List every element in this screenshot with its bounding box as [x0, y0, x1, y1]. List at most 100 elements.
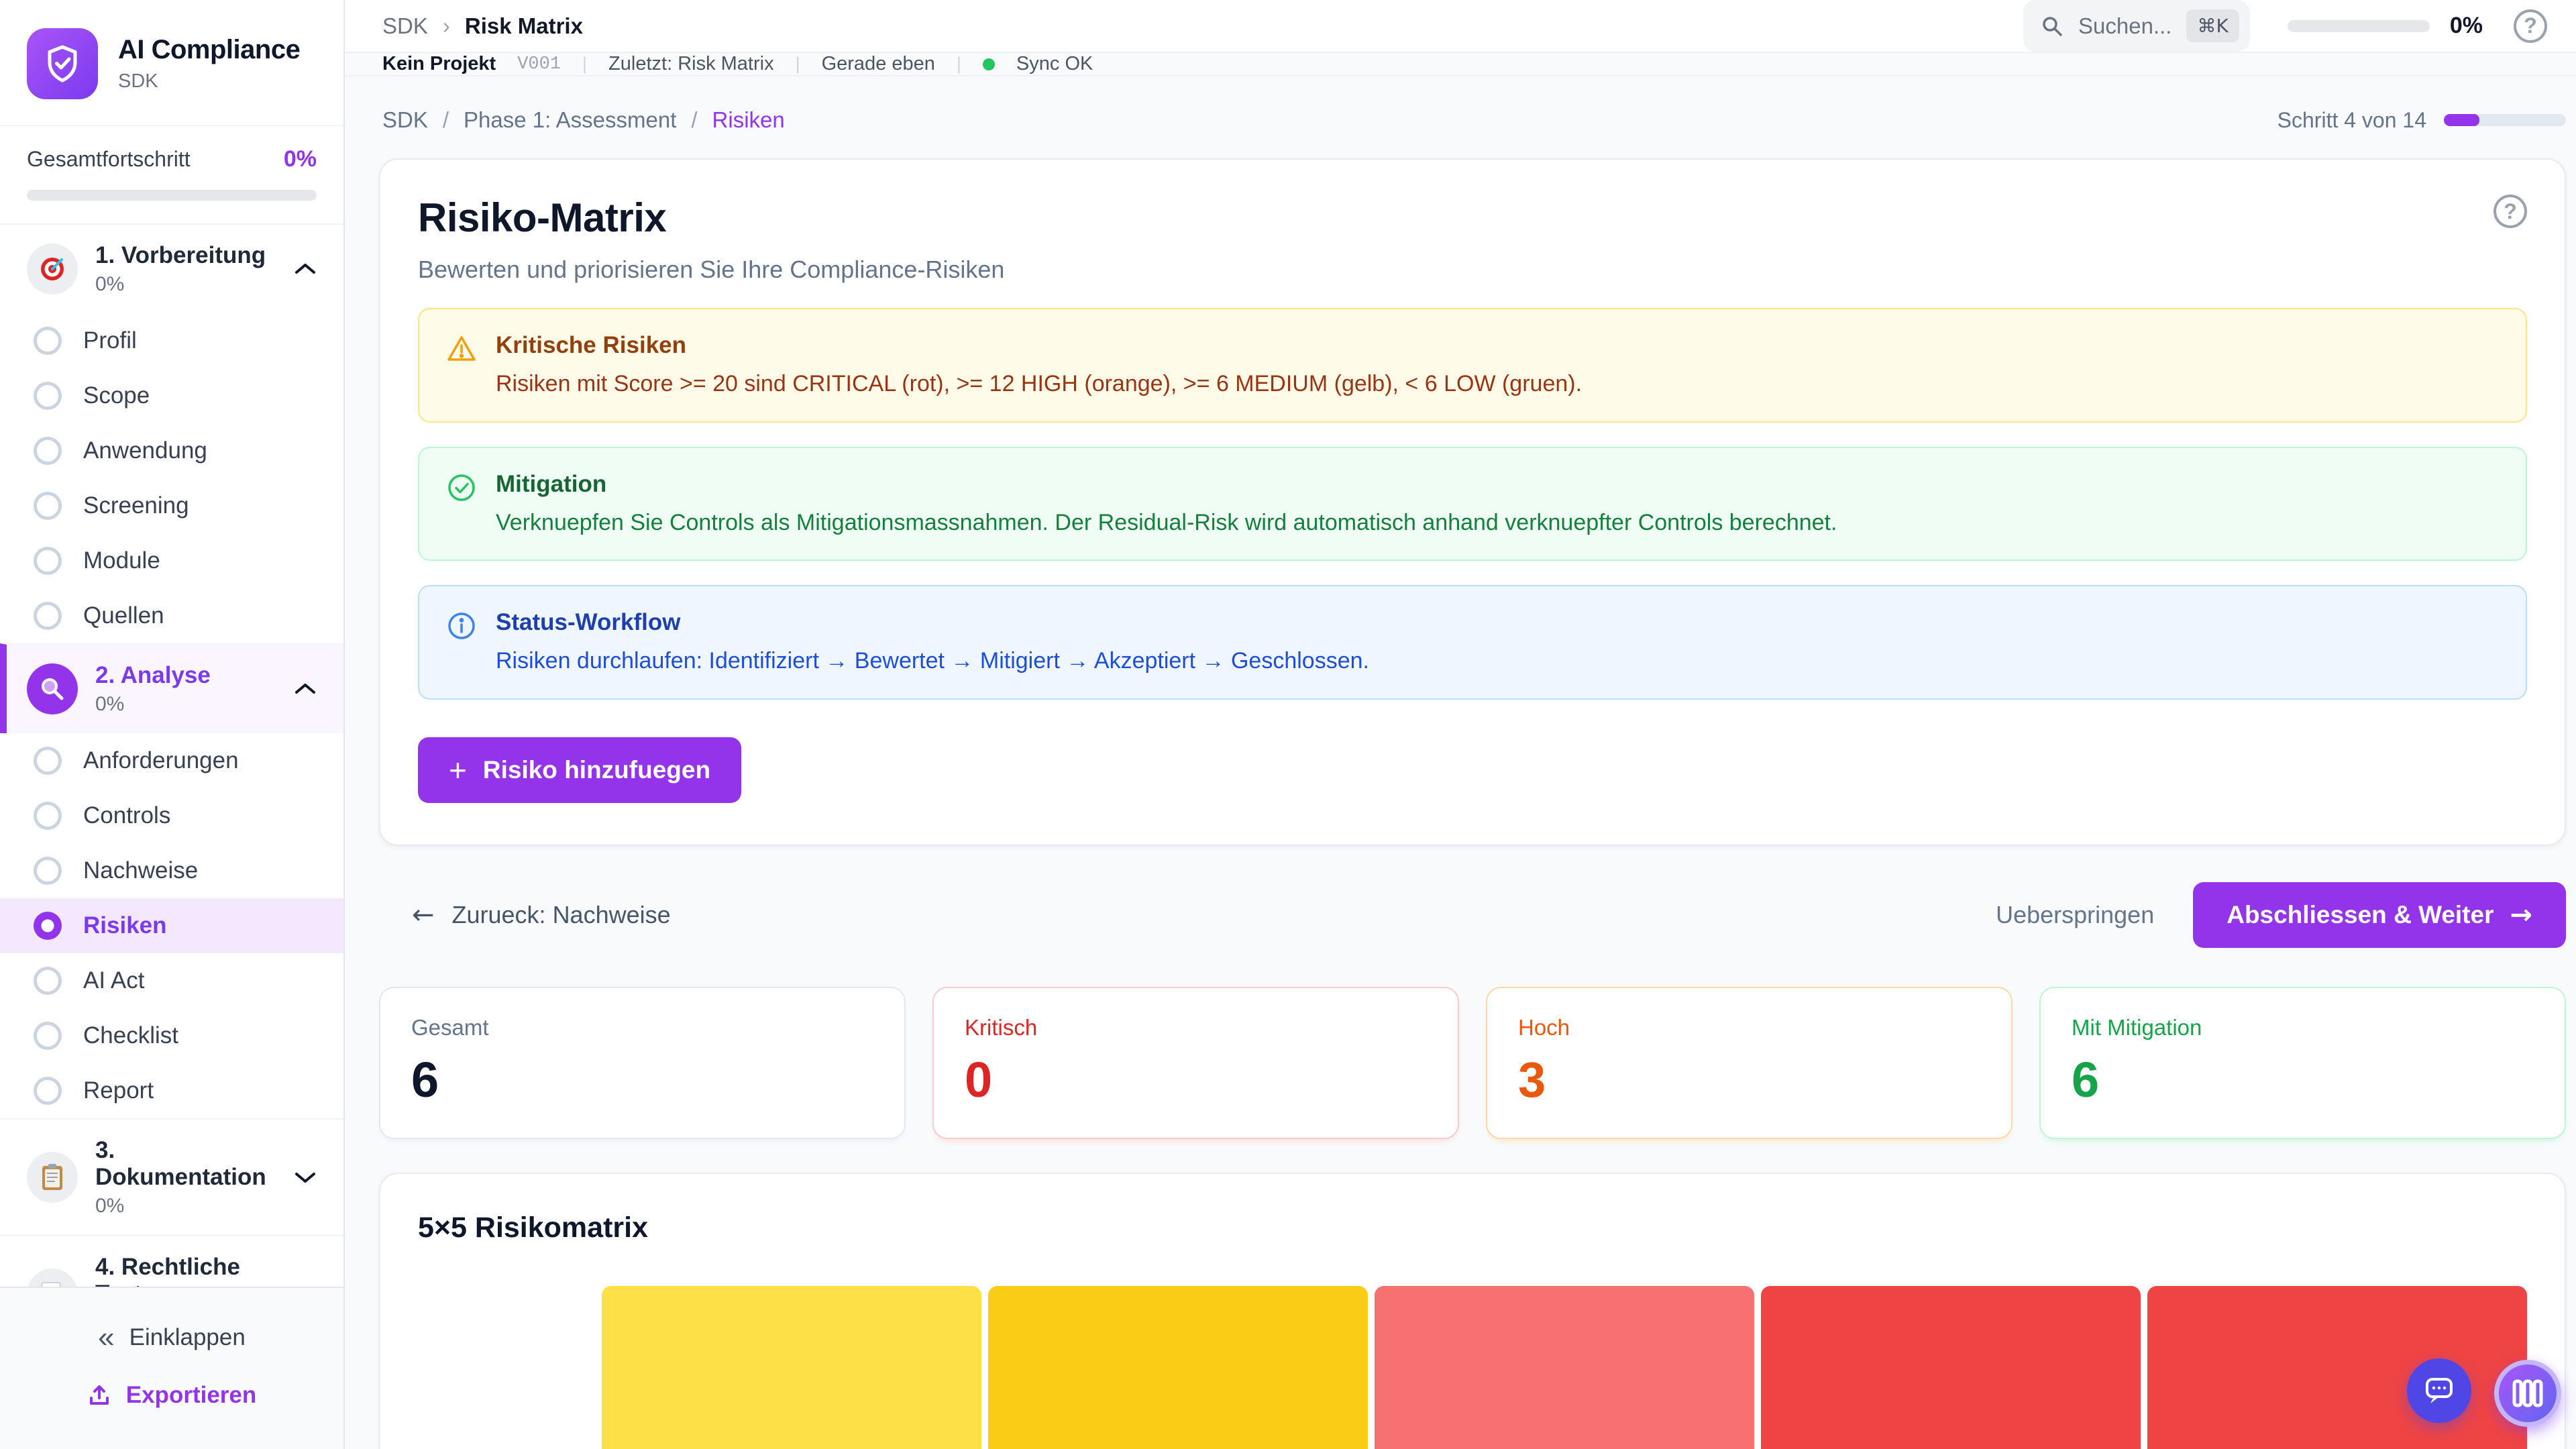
- sidebar-item-module[interactable]: Module: [0, 533, 343, 588]
- overall-progress: Gesamtfortschritt 0%: [0, 125, 343, 223]
- overall-progress-label: Gesamtfortschritt: [27, 147, 191, 172]
- stat-card-mit-mitigation: Mit Mitigation 6: [2039, 987, 2566, 1139]
- add-risk-button[interactable]: + Risiko hinzufuegen: [418, 737, 741, 803]
- skip-button[interactable]: Ueberspringen: [1996, 901, 2154, 929]
- sidebar-item-label: Checklist: [83, 1022, 178, 1049]
- statusbar: Kein Projekt V001 | Zuletzt: Risk Matrix…: [345, 53, 2576, 76]
- sidebar-item-label: AI Act: [83, 967, 144, 994]
- stat-value: 6: [2072, 1051, 2534, 1108]
- section-label: 2. Analyse: [95, 662, 211, 689]
- alert-title: Status-Workflow: [496, 609, 1369, 636]
- alert-body: Risiken mit Score >= 20 sind CRITICAL (r…: [496, 370, 1582, 398]
- card-help-icon[interactable]: ?: [2493, 195, 2527, 228]
- page-title: Risiko-Matrix: [418, 195, 1004, 241]
- sidebar-item-label: Report: [83, 1077, 154, 1104]
- stat-value: 0: [965, 1051, 1427, 1108]
- stat-label: Kritisch: [965, 1015, 1427, 1040]
- check-circle-icon: [446, 472, 477, 503]
- sidebar: AI Compliance SDK Gesamtfortschritt 0% 1…: [0, 0, 345, 1449]
- export-button[interactable]: Exportieren: [87, 1382, 257, 1409]
- search-icon: [2041, 15, 2063, 38]
- matrix-cell-5[interactable]: [2147, 1286, 2527, 1449]
- sidebar-footer: « Einklappen Exportieren: [0, 1287, 343, 1449]
- sidebar-nav: 1. Vorbereitung 0% Profil Scope Anwendun…: [0, 223, 343, 1287]
- sidebar-item-checklist[interactable]: Checklist: [0, 1008, 343, 1063]
- sidebar-item-label: Module: [83, 547, 160, 574]
- radio-icon: [34, 857, 62, 885]
- breadcrumb-root[interactable]: SDK: [382, 13, 428, 39]
- sidebar-section-rechtliche-texte[interactable]: 4. Rechtliche Texte 0%: [0, 1235, 343, 1287]
- section-label: 4. Rechtliche Texte: [95, 1254, 276, 1287]
- arrow-left-icon: ←: [412, 902, 435, 928]
- sidebar-item-label: Profil: [83, 327, 137, 354]
- risk-matrix-grid-card: 5×5 Risikomatrix: [379, 1173, 2566, 1449]
- sidebar-section-dokumentation[interactable]: 3. Dokumentation 0%: [0, 1118, 343, 1235]
- separator: |: [957, 54, 961, 74]
- sidebar-item-ai-act[interactable]: AI Act: [0, 953, 343, 1008]
- keyboard-shortcut-badge: ⌘K: [2186, 9, 2239, 42]
- arrow-right-icon: →: [2510, 902, 2532, 928]
- matrix-cell-4[interactable]: [1761, 1286, 2141, 1449]
- collapse-sidebar-button[interactable]: « Einklappen: [98, 1323, 246, 1352]
- project-name: Kein Projekt: [382, 53, 496, 75]
- sync-status-dot: [983, 58, 995, 70]
- help-icon[interactable]: ?: [2514, 9, 2547, 43]
- sidebar-item-label: Anwendung: [83, 437, 207, 464]
- matrix-row: [418, 1286, 2527, 1449]
- topbar-progress-track: [2288, 20, 2430, 32]
- matrix-cell-1[interactable]: [602, 1286, 981, 1449]
- radio-icon: [34, 492, 62, 520]
- matrix-cell-3[interactable]: [1375, 1286, 1754, 1449]
- collapse-label: Einklappen: [129, 1324, 246, 1351]
- finish-and-next-button[interactable]: Abschliessen & Weiter →: [2193, 882, 2566, 948]
- separator: |: [796, 54, 800, 74]
- kanban-columns-icon: [2512, 1379, 2544, 1408]
- page-subtitle: Bewerten und priorisieren Sie Ihre Compl…: [418, 256, 1004, 284]
- sidebar-item-scope[interactable]: Scope: [0, 368, 343, 423]
- sidebar-item-controls[interactable]: Controls: [0, 788, 343, 843]
- upload-icon: [87, 1383, 111, 1407]
- sidebar-item-report[interactable]: Report: [0, 1063, 343, 1118]
- search-input[interactable]: Suchen... ⌘K: [2023, 0, 2250, 52]
- sidebar-item-anforderungen[interactable]: Anforderungen: [0, 733, 343, 788]
- sidebar-item-nachweise[interactable]: Nachweise: [0, 843, 343, 898]
- sidebar-item-screening[interactable]: Screening: [0, 478, 343, 533]
- sidebar-item-label: Anforderungen: [83, 747, 239, 774]
- topbar-progress-value: 0%: [2450, 13, 2483, 39]
- chevron-up-icon: [294, 262, 317, 276]
- section-label: 1. Vorbereitung: [95, 242, 266, 269]
- sidebar-section-vorbereitung[interactable]: 1. Vorbereitung 0%: [0, 223, 343, 313]
- back-button[interactable]: ← Zurueck: Nachweise: [412, 901, 671, 929]
- target-icon: [27, 244, 78, 294]
- radio-icon: [34, 547, 62, 575]
- clipboard-icon: [27, 1152, 78, 1203]
- sidebar-section-analyse[interactable]: 2. Analyse 0%: [0, 643, 343, 733]
- breadcrumb-separator: /: [443, 107, 449, 133]
- matrix-cell-2[interactable]: [988, 1286, 1368, 1449]
- breadcrumb-phase[interactable]: Phase 1: Assessment: [464, 107, 676, 133]
- last-saved: Gerade eben: [822, 53, 935, 75]
- sidebar-item-quellen[interactable]: Quellen: [0, 588, 343, 643]
- warning-triangle-icon: [446, 333, 477, 364]
- stats-row: Gesamt 6 Kritisch 0 Hoch 3 Mit Mitigatio…: [379, 987, 2566, 1139]
- plus-icon: +: [449, 755, 467, 786]
- overall-progress-track: [27, 190, 317, 201]
- breadcrumb-separator: /: [691, 107, 697, 133]
- step-progress-track: [2444, 114, 2566, 126]
- radio-icon: [34, 802, 62, 830]
- sidebar-item-risiken[interactable]: Risiken: [0, 898, 343, 953]
- kanban-fab-button[interactable]: [2494, 1360, 2561, 1427]
- section-progress: 0%: [95, 693, 211, 716]
- sidebar-item-profil[interactable]: Profil: [0, 313, 343, 368]
- sidebar-item-anwendung[interactable]: Anwendung: [0, 423, 343, 478]
- main-content: SDK › Risk Matrix Suchen... ⌘K 0% ? Kein…: [345, 0, 2576, 1449]
- sidebar-item-label: Scope: [83, 382, 150, 409]
- breadcrumb-sdk[interactable]: SDK: [382, 107, 428, 133]
- alert-body: Risiken durchlaufen: Identifiziert → Bew…: [496, 647, 1369, 676]
- chat-fab-button[interactable]: [2407, 1358, 2471, 1423]
- radio-icon: [34, 747, 62, 775]
- search-placeholder: Suchen...: [2078, 13, 2171, 39]
- stat-card-gesamt: Gesamt 6: [379, 987, 906, 1139]
- sidebar-item-label: Screening: [83, 492, 189, 519]
- radio-icon: [34, 1022, 62, 1050]
